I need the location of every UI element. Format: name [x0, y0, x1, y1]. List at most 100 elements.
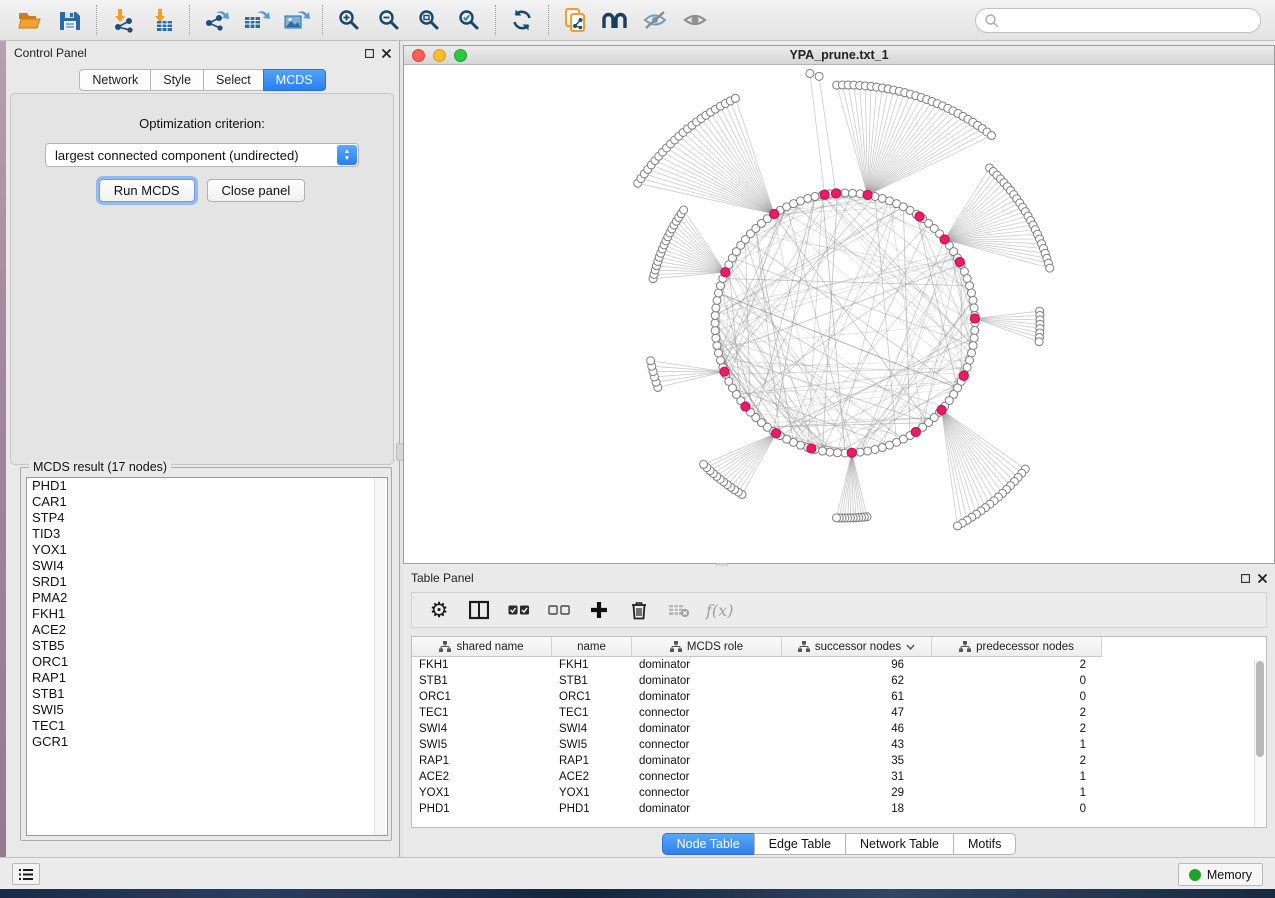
zoom-selected-icon[interactable]	[449, 3, 489, 37]
main-toolbar	[0, 0, 1275, 41]
function-builder-icon[interactable]: f(x)	[706, 601, 733, 620]
zoom-in-icon[interactable]	[329, 3, 369, 37]
table-row[interactable]: STB1STB1dominator620	[412, 673, 1266, 689]
tab-network[interactable]: Network	[79, 69, 150, 91]
mcds-result-item[interactable]: ORC1	[27, 654, 387, 670]
export-network-icon[interactable]	[196, 3, 236, 37]
mcds-result-item[interactable]: GCR1	[27, 734, 387, 750]
mcds-result-item[interactable]: SWI4	[27, 558, 387, 574]
settings-gear-icon[interactable]: ⚙	[426, 597, 452, 623]
mcds-result-item[interactable]: STB5	[27, 638, 387, 654]
memory-button[interactable]: Memory	[1178, 863, 1263, 886]
close-panel-button[interactable]: Close panel	[207, 179, 306, 202]
mcds-result-item[interactable]: FKH1	[27, 606, 387, 622]
network-graph[interactable]	[404, 65, 1274, 563]
delete-table-icon[interactable]	[666, 597, 692, 623]
mcds-result-item[interactable]: CAR1	[27, 494, 387, 510]
mcds-result-item[interactable]: TEC1	[27, 718, 387, 734]
close-panel-icon[interactable]	[382, 49, 391, 58]
shared-column-icon	[670, 641, 682, 652]
show-all-icon[interactable]	[675, 3, 715, 37]
optimization-criterion-dropdown[interactable]: largest connected component (undirected)…	[45, 143, 359, 167]
tab-edge-table[interactable]: Edge Table	[754, 833, 845, 855]
table-cell: connector	[632, 787, 782, 799]
first-neighbors-icon[interactable]	[595, 3, 635, 37]
tab-network-table[interactable]: Network Table	[845, 833, 953, 855]
table-scrollbar-thumb[interactable]	[1256, 661, 1264, 757]
float-table-panel-icon[interactable]	[1241, 574, 1250, 583]
column-header-mcds-role[interactable]: MCDS role	[632, 637, 782, 656]
delete-columns-icon[interactable]	[626, 597, 652, 623]
mcds-result-item[interactable]: PHD1	[27, 478, 387, 494]
status-bar: Memory	[0, 857, 1275, 889]
table-cell: STB1	[412, 675, 552, 687]
column-header-shared-name[interactable]: shared name	[412, 637, 552, 656]
table-row[interactable]: YOX1YOX1connector291	[412, 785, 1266, 801]
table-cell: 61	[782, 691, 932, 703]
select-all-checkboxes-icon[interactable]	[506, 597, 532, 623]
search-input[interactable]	[975, 8, 1261, 33]
refresh-layout-icon[interactable]	[502, 3, 542, 37]
add-column-icon[interactable]	[586, 597, 612, 623]
mcds-result-item[interactable]: YOX1	[27, 542, 387, 558]
mcds-result-item[interactable]: SWI5	[27, 702, 387, 718]
close-table-panel-icon[interactable]	[1258, 574, 1267, 583]
table-cell: ACE2	[412, 771, 552, 783]
save-session-icon[interactable]	[50, 3, 90, 37]
table-scrollbar[interactable]	[1254, 658, 1265, 827]
network-window-title: YPA_prune.txt_1	[404, 48, 1274, 62]
table-cell: 1	[932, 739, 1102, 751]
import-network-icon[interactable]	[103, 3, 143, 37]
column-header-successor-nodes[interactable]: successor nodes	[782, 637, 932, 656]
float-panel-icon[interactable]	[365, 49, 374, 58]
mcds-result-item[interactable]: PMA2	[27, 590, 387, 606]
table-cell: ORC1	[412, 691, 552, 703]
table-row[interactable]: TEC1TEC1connector472	[412, 705, 1266, 721]
network-view-window: YPA_prune.txt_1	[403, 45, 1275, 564]
mcds-result-list[interactable]: PHD1CAR1STP4TID3YOX1SWI4SRD1PMA2FKH1ACE2…	[26, 477, 388, 836]
export-table-icon[interactable]	[236, 3, 276, 37]
column-header-name[interactable]: name	[552, 637, 632, 656]
toolbar-separator	[322, 5, 323, 35]
mcds-result-item[interactable]: ACE2	[27, 622, 387, 638]
task-history-button[interactable]	[12, 863, 40, 885]
optimization-criterion-label: Optimization criterion:	[11, 116, 393, 131]
column-header-predecessor-nodes[interactable]: predecessor nodes	[932, 637, 1102, 656]
tab-motifs[interactable]: Motifs	[953, 833, 1016, 855]
mcds-result-item[interactable]: SRD1	[27, 574, 387, 590]
table-cell: YOX1	[552, 787, 632, 799]
network-canvas[interactable]	[404, 65, 1274, 563]
zoom-out-icon[interactable]	[369, 3, 409, 37]
run-mcds-button[interactable]: Run MCDS	[99, 179, 195, 202]
tab-node-table[interactable]: Node Table	[662, 833, 754, 855]
show-columns-icon[interactable]	[466, 597, 492, 623]
tab-select[interactable]: Select	[203, 69, 263, 91]
table-row[interactable]: ACE2ACE2connector311	[412, 769, 1266, 785]
duplicate-network-icon[interactable]	[555, 3, 595, 37]
hide-selected-icon[interactable]	[635, 3, 675, 37]
table-cell: 96	[782, 659, 932, 671]
table-cell: 2	[932, 659, 1102, 671]
tab-mcds[interactable]: MCDS	[263, 69, 326, 91]
table-row[interactable]: SWI4SWI4dominator462	[412, 721, 1266, 737]
table-row[interactable]: ORC1ORC1dominator610	[412, 689, 1266, 705]
table-cell: 29	[782, 787, 932, 799]
mcds-result-item[interactable]: STP4	[27, 510, 387, 526]
table-row[interactable]: RAP1RAP1dominator352	[412, 753, 1266, 769]
table-row[interactable]: PHD1PHD1dominator180	[412, 801, 1266, 817]
table-row[interactable]: FKH1FKH1dominator962	[412, 657, 1266, 673]
table-row[interactable]: SWI5SWI5connector431	[412, 737, 1266, 753]
export-image-icon[interactable]	[276, 3, 316, 37]
import-table-icon[interactable]	[143, 3, 183, 37]
open-file-icon[interactable]	[10, 3, 50, 37]
network-window-titlebar[interactable]: YPA_prune.txt_1	[404, 46, 1274, 65]
tab-style[interactable]: Style	[150, 69, 203, 91]
zoom-fit-icon[interactable]	[409, 3, 449, 37]
mcds-result-fieldset: MCDS result (17 nodes) PHD1CAR1STP4TID3Y…	[20, 467, 392, 841]
mcds-result-item[interactable]: RAP1	[27, 670, 387, 686]
mcds-result-item[interactable]: STB1	[27, 686, 387, 702]
deselect-all-checkboxes-icon[interactable]	[546, 597, 572, 623]
table-cell: STB1	[552, 675, 632, 687]
mcds-result-item[interactable]: TID3	[27, 526, 387, 542]
mcds-list-scrollbar[interactable]	[374, 478, 385, 835]
